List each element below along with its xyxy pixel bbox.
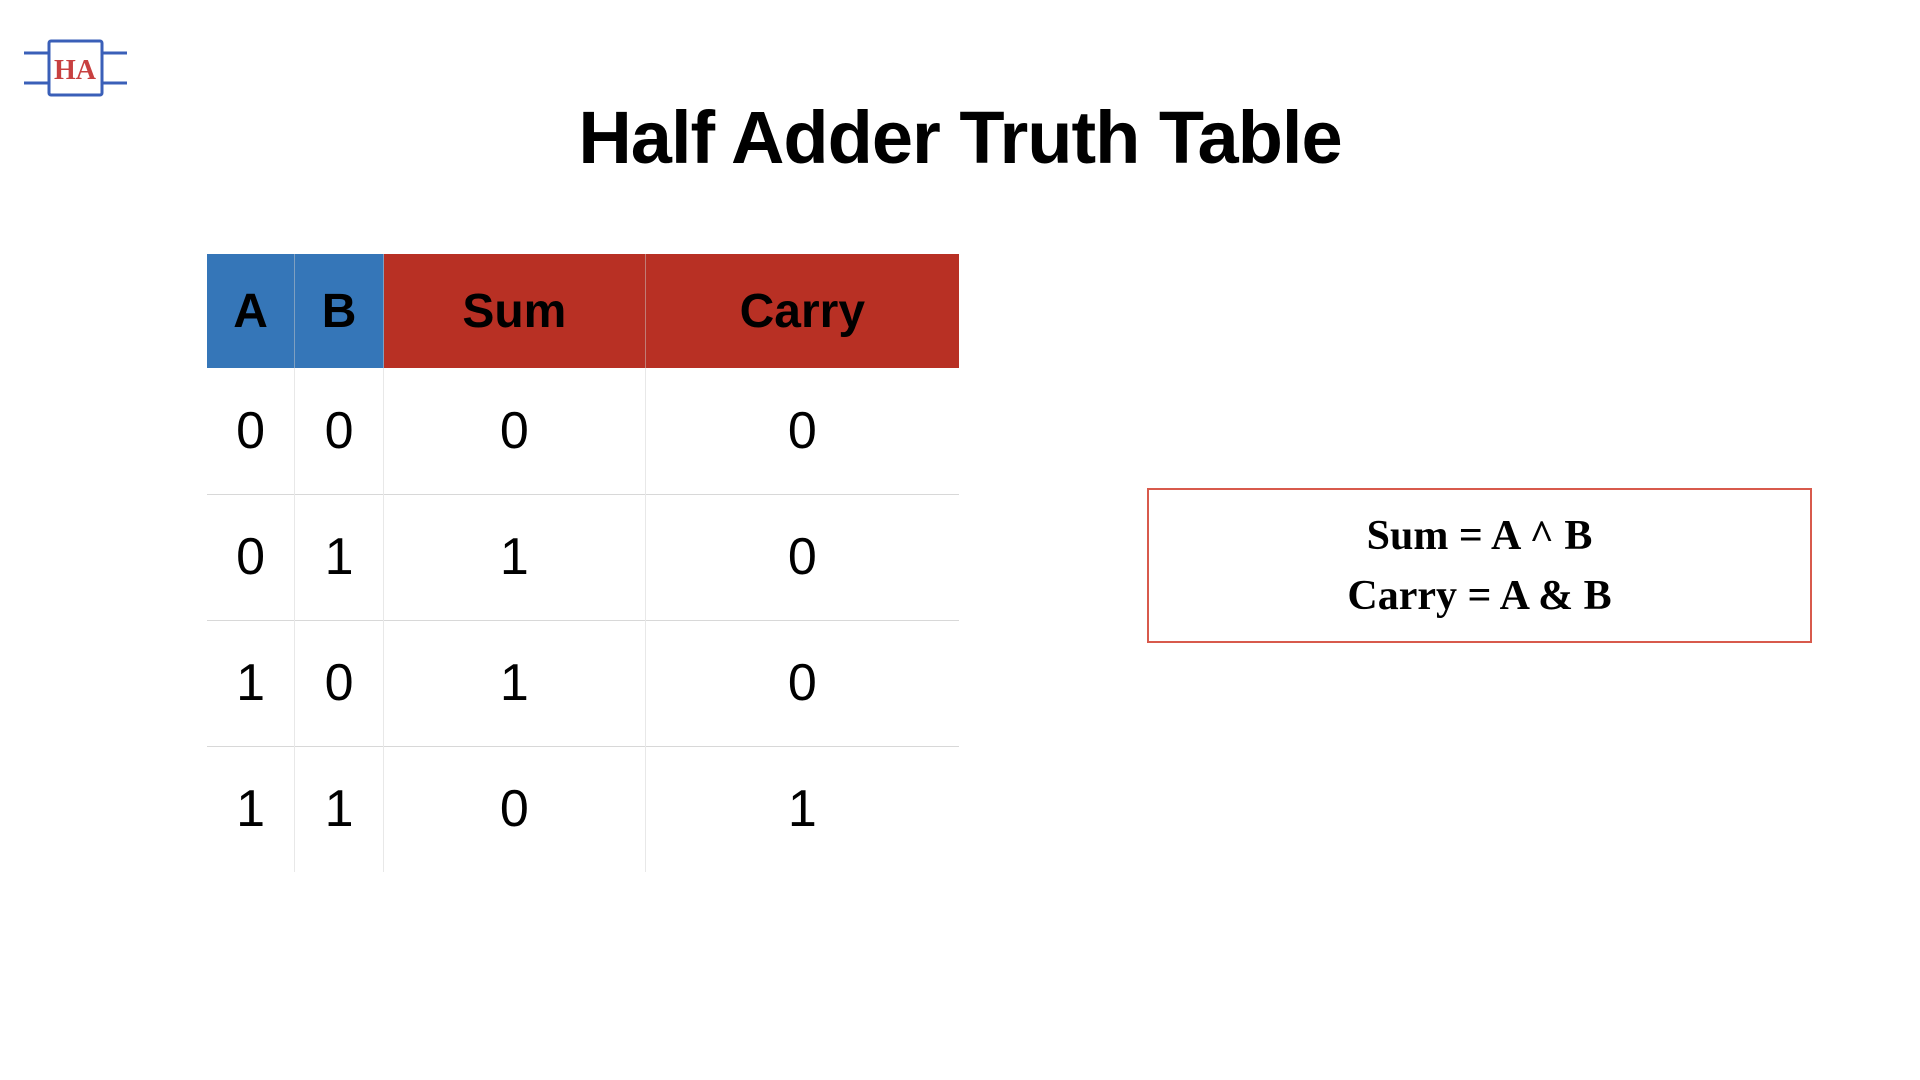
table-row: 0 1 1 0 (207, 494, 959, 620)
header-b: B (295, 254, 384, 368)
table-header-row: A B Sum Carry (207, 254, 959, 368)
truth-table-container: A B Sum Carry 0 0 0 0 0 1 1 0 1 0 1 (207, 254, 959, 872)
cell-sum: 1 (384, 494, 646, 620)
half-adder-icon: HA (24, 38, 127, 98)
cell-b: 1 (295, 494, 384, 620)
cell-carry: 1 (645, 746, 959, 872)
cell-b: 1 (295, 746, 384, 872)
cell-carry: 0 (645, 368, 959, 494)
header-sum: Sum (384, 254, 646, 368)
formula-box: Sum = A ^ B Carry = A & B (1147, 488, 1812, 643)
svg-text:HA: HA (54, 55, 97, 86)
table-row: 1 1 0 1 (207, 746, 959, 872)
page-title: Half Adder Truth Table (0, 95, 1920, 180)
table-row: 0 0 0 0 (207, 368, 959, 494)
cell-carry: 0 (645, 494, 959, 620)
cell-b: 0 (295, 620, 384, 746)
formula-carry: Carry = A & B (1347, 572, 1611, 620)
cell-a: 0 (207, 368, 295, 494)
cell-sum: 1 (384, 620, 646, 746)
cell-b: 0 (295, 368, 384, 494)
formula-sum: Sum = A ^ B (1367, 512, 1593, 560)
cell-sum: 0 (384, 368, 646, 494)
cell-carry: 0 (645, 620, 959, 746)
cell-a: 1 (207, 746, 295, 872)
cell-sum: 0 (384, 746, 646, 872)
cell-a: 1 (207, 620, 295, 746)
cell-a: 0 (207, 494, 295, 620)
table-row: 1 0 1 0 (207, 620, 959, 746)
truth-table: A B Sum Carry 0 0 0 0 0 1 1 0 1 0 1 (207, 254, 959, 872)
header-carry: Carry (645, 254, 959, 368)
header-a: A (207, 254, 295, 368)
